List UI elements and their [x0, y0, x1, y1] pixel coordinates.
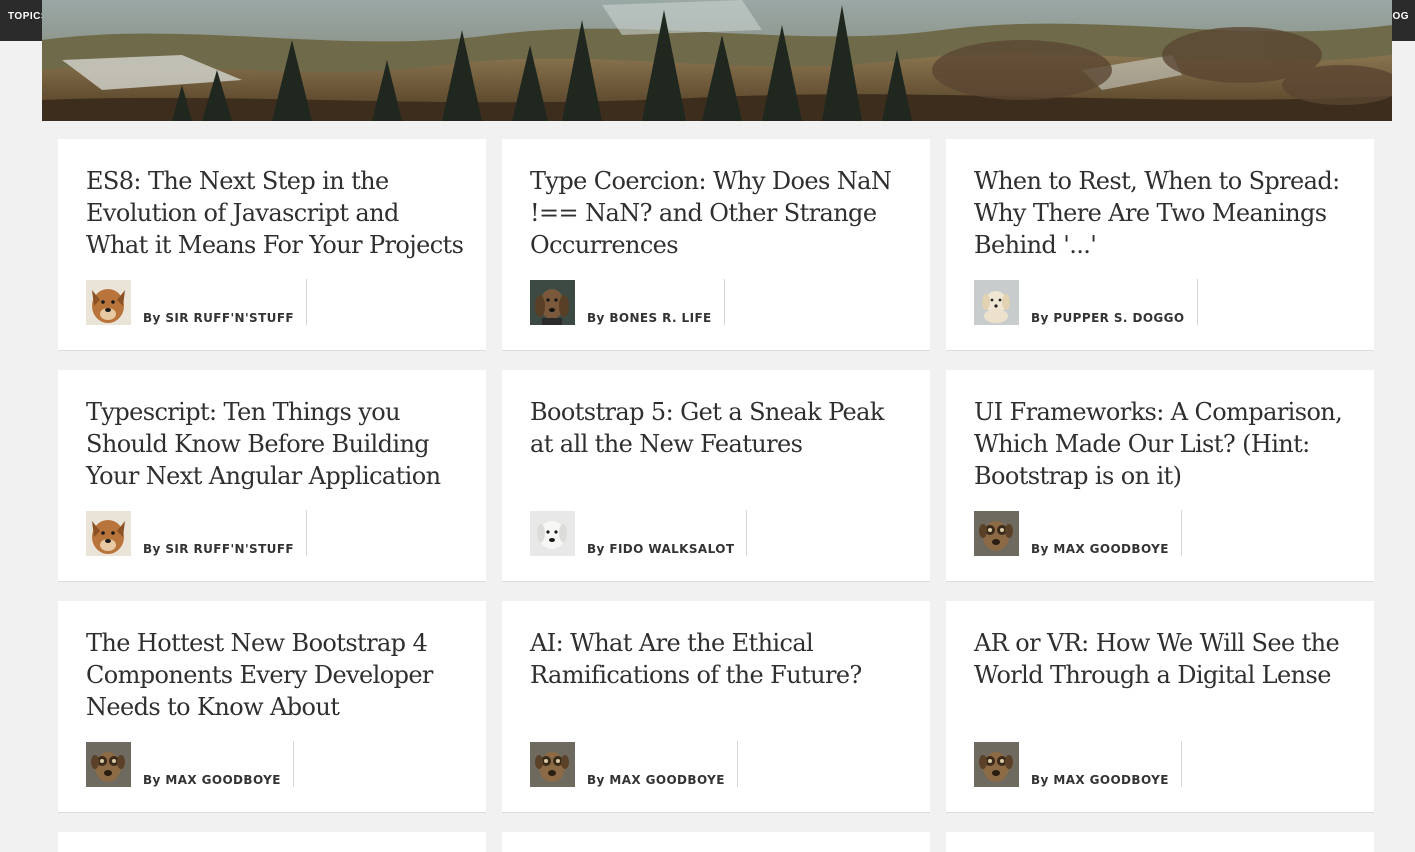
avatar[interactable]	[974, 742, 1019, 787]
post-card[interactable]: Typescript: Ten Things you Should Know B…	[58, 370, 486, 582]
author-info: By MAX GOODBOYE	[530, 741, 738, 787]
post-title[interactable]: Bootstrap 5: Get a Sneak Peak at all the…	[530, 396, 910, 460]
topics-menu-link[interactable]: TOPICS	[0, 0, 42, 41]
post-card[interactable]: Bootstrap 5: Get a Sneak Peak at all the…	[502, 370, 930, 582]
author-byline[interactable]: By MAX GOODBOYE	[143, 741, 294, 787]
author-byline[interactable]: By MAX GOODBOYE	[587, 741, 738, 787]
author-info: By BONES R. LIFE	[530, 279, 725, 325]
author-byline[interactable]: By SIR RUFF'N'STUFF	[143, 279, 308, 325]
author-byline[interactable]: By PUPPER S. DOGGO	[1031, 279, 1198, 325]
author-info: By MAX GOODBOYE	[86, 741, 294, 787]
post-card[interactable]: When to Rest, When to Spread: Why There …	[946, 139, 1374, 351]
avatar[interactable]	[974, 511, 1019, 556]
post-card[interactable]: The Hottest New Bootstrap 4 Components E…	[58, 601, 486, 813]
author-info: By MAX GOODBOYE	[974, 741, 1182, 787]
post-title[interactable]: AR or VR: How We Will See the World Thro…	[974, 627, 1354, 691]
blog-menu-link[interactable]: BLOG	[1392, 0, 1415, 41]
avatar[interactable]	[530, 742, 575, 787]
avatar[interactable]	[86, 511, 131, 556]
post-title[interactable]: The Hottest New Bootstrap 4 Components E…	[86, 627, 466, 723]
avatar[interactable]	[86, 742, 131, 787]
post-title[interactable]: AI: What Are the Ethical Ramifications o…	[530, 627, 910, 691]
hero-image	[42, 0, 1392, 121]
post-card[interactable]: AR or VR: How We Will See the World Thro…	[946, 601, 1374, 813]
post-card-partial[interactable]	[58, 832, 486, 852]
post-title[interactable]: ES8: The Next Step in the Evolution of J…	[86, 165, 466, 261]
avatar[interactable]	[86, 280, 131, 325]
post-card[interactable]: UI Frameworks: A Comparison, Which Made …	[946, 370, 1374, 582]
author-byline[interactable]: By MAX GOODBOYE	[1031, 510, 1182, 556]
post-card[interactable]: Type Coercion: Why Does NaN !== NaN? and…	[502, 139, 930, 351]
author-info: By FIDO WALKSALOT	[530, 510, 748, 556]
avatar[interactable]	[530, 280, 575, 325]
author-info: By SIR RUFF'N'STUFF	[86, 510, 308, 556]
avatar[interactable]	[530, 511, 575, 556]
author-info: By MAX GOODBOYE	[974, 510, 1182, 556]
author-byline[interactable]: By FIDO WALKSALOT	[587, 510, 748, 556]
post-grid: ES8: The Next Step in the Evolution of J…	[58, 139, 1375, 852]
post-card[interactable]: AI: What Are the Ethical Ramifications o…	[502, 601, 930, 813]
author-byline[interactable]: By BONES R. LIFE	[587, 279, 725, 325]
author-byline[interactable]: By SIR RUFF'N'STUFF	[143, 510, 308, 556]
author-info: By PUPPER S. DOGGO	[974, 279, 1198, 325]
author-byline[interactable]: By MAX GOODBOYE	[1031, 741, 1182, 787]
post-title[interactable]: Type Coercion: Why Does NaN !== NaN? and…	[530, 165, 910, 261]
avatar[interactable]	[974, 280, 1019, 325]
post-title[interactable]: Typescript: Ten Things you Should Know B…	[86, 396, 466, 492]
post-title[interactable]: UI Frameworks: A Comparison, Which Made …	[974, 396, 1354, 492]
post-card-partial[interactable]	[946, 832, 1374, 852]
blog-label: BLOG	[1392, 11, 1409, 22]
topics-label: TOPICS	[8, 11, 42, 22]
post-title[interactable]: When to Rest, When to Spread: Why There …	[974, 165, 1354, 261]
author-info: By SIR RUFF'N'STUFF	[86, 279, 308, 325]
post-card-partial[interactable]	[502, 832, 930, 852]
post-card[interactable]: ES8: The Next Step in the Evolution of J…	[58, 139, 486, 351]
hero-landscape-illustration	[42, 0, 1392, 121]
